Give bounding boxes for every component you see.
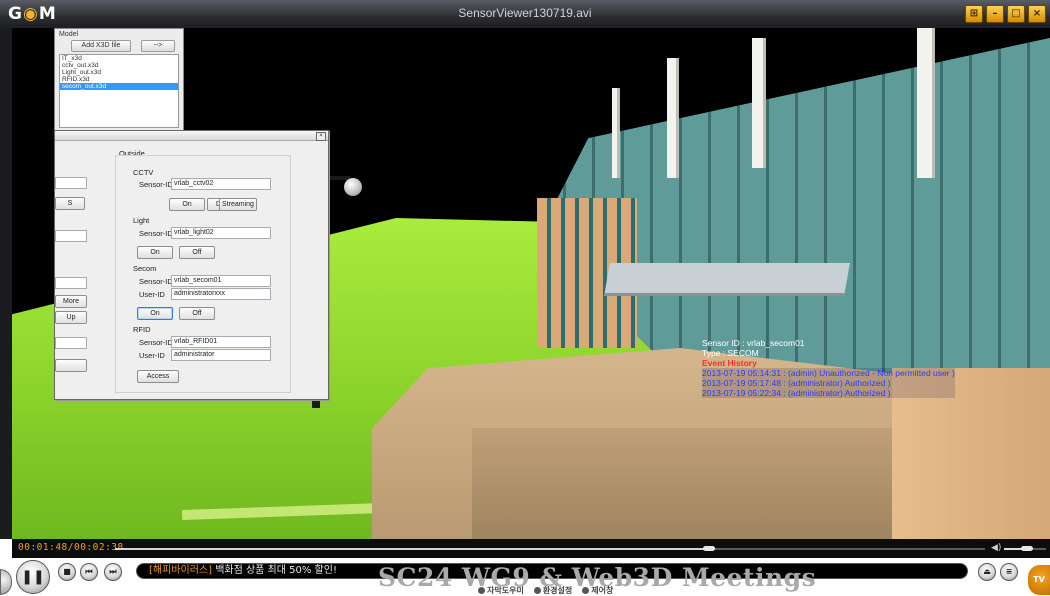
sensor-type-text: Type : SECOM bbox=[702, 348, 759, 358]
subtitle-helper-item[interactable]: 자막도우미 bbox=[478, 585, 524, 596]
building-pillar bbox=[667, 58, 679, 178]
list-item[interactable]: RFID.x3d bbox=[60, 76, 178, 83]
secom-user-id-field[interactable]: administratorxxx bbox=[171, 288, 271, 300]
rfid-access-button[interactable]: Access bbox=[137, 370, 179, 383]
rfid-user-id-label: User-ID bbox=[139, 351, 165, 360]
video-area[interactable]: Sensor ID : vrlab_secom01 Type : SECOM E… bbox=[12, 28, 1050, 539]
light-on-button[interactable]: On bbox=[137, 246, 173, 259]
secom-sensor-id-field[interactable]: vrlab_secom01 bbox=[171, 275, 271, 287]
list-item[interactable]: IT_x3d bbox=[60, 55, 178, 62]
seek-thumb[interactable] bbox=[703, 546, 716, 551]
rfid-sensor-id-field[interactable]: vrlab_RFID01 bbox=[171, 336, 271, 348]
left-text-field[interactable] bbox=[55, 337, 87, 349]
event-line: 2013-07-19 05:17:48 : (administrator) Au… bbox=[702, 378, 955, 388]
playback-controls: 00:01:48/00:02:38 ◀) ❚❚ ■ ⏮ ⏭ [해피바이러스] 백… bbox=[0, 539, 1050, 596]
list-item[interactable]: cctv_out.x3d bbox=[60, 62, 178, 69]
building-pillar bbox=[612, 88, 620, 178]
maximize-icon[interactable]: □ bbox=[1007, 5, 1025, 23]
previous-icon[interactable]: ⏮ bbox=[80, 563, 98, 581]
menu-label: 환경설정 bbox=[542, 586, 573, 595]
left-text-field[interactable] bbox=[55, 277, 87, 289]
model-panel: Model Add X3D file --> IT_x3d cctv_out.x… bbox=[54, 28, 184, 134]
settings-item[interactable]: 환경설정 bbox=[533, 585, 573, 596]
up-button[interactable]: Up bbox=[55, 311, 87, 324]
roof-wall bbox=[472, 428, 912, 539]
cctv-sensor-id-label: Sensor-ID bbox=[139, 180, 173, 189]
building-pillar bbox=[917, 28, 935, 178]
cctv-sensor-id-field[interactable]: vrlab_cctv02 bbox=[171, 178, 271, 190]
bullet-icon bbox=[582, 587, 590, 594]
left-edge-button[interactable] bbox=[0, 569, 12, 595]
secom-user-id-label: User-ID bbox=[139, 290, 165, 299]
secom-on-button[interactable]: On bbox=[137, 307, 173, 320]
pause-button[interactable]: ❚❚ bbox=[16, 560, 50, 594]
window-title: SensorViewer130719.avi bbox=[458, 6, 592, 20]
seek-row: 00:01:48/00:02:38 ◀) bbox=[12, 539, 1050, 558]
eject-icon[interactable]: ⏏ bbox=[978, 563, 996, 581]
list-item-selected[interactable]: secom_out.x3d bbox=[60, 83, 178, 90]
add-x3d-file-button[interactable]: Add X3D file bbox=[71, 40, 131, 52]
model-panel-title: Model bbox=[59, 31, 79, 38]
left-button[interactable]: S bbox=[55, 197, 85, 210]
gom-player-window: G◉M SensorViewer130719.avi ⊞ – □ × Senso… bbox=[0, 0, 1050, 596]
menu-label: 자막도우미 bbox=[487, 586, 524, 595]
light-off-button[interactable]: Off bbox=[179, 246, 215, 259]
more-button[interactable]: More bbox=[55, 295, 87, 308]
minimize-icon[interactable]: – bbox=[986, 5, 1004, 23]
bullet-icon bbox=[478, 587, 485, 594]
ticker-tag: [해피바이러스] bbox=[149, 565, 213, 576]
seek-bar[interactable] bbox=[115, 546, 985, 551]
rfid-label: RFID bbox=[133, 325, 151, 334]
cctv-on-button[interactable]: On bbox=[169, 198, 205, 211]
settings-icon[interactable]: ⊞ bbox=[965, 5, 983, 23]
rfid-user-id-field[interactable]: administrator bbox=[171, 349, 271, 361]
sensor-control-dialog: × S More Up Outside CCTV Sensor-ID vrlab… bbox=[54, 130, 329, 400]
seek-progress bbox=[115, 548, 710, 550]
timecode: 00:01:48/00:02:38 bbox=[18, 542, 124, 553]
lamp-globe bbox=[344, 178, 362, 196]
dialog-close-icon[interactable]: × bbox=[316, 132, 326, 141]
light-sensor-id-field[interactable]: vrlab_light02 bbox=[171, 227, 271, 239]
left-text-field[interactable] bbox=[55, 177, 87, 189]
arrow-button[interactable]: --> bbox=[141, 40, 175, 52]
left-text-field[interactable] bbox=[55, 230, 87, 242]
awning bbox=[604, 263, 850, 296]
left-border bbox=[0, 28, 12, 539]
event-history-label: Event History bbox=[702, 358, 757, 368]
secom-sensor-id-label: Sensor-ID bbox=[139, 277, 173, 286]
menu-label: 제어창 bbox=[591, 586, 614, 595]
event-line: 2013-07-19 05:22:34 : (administrator) Au… bbox=[702, 388, 955, 398]
close-icon[interactable]: × bbox=[1028, 5, 1046, 23]
window-controls: ⊞ – □ × bbox=[965, 5, 1046, 23]
volume-bar[interactable] bbox=[1004, 546, 1046, 551]
building-pillar bbox=[752, 38, 766, 168]
next-icon[interactable]: ⏭ bbox=[104, 563, 122, 581]
menu-icon[interactable]: ≡ bbox=[1000, 563, 1018, 581]
volume-thumb[interactable] bbox=[1021, 546, 1034, 551]
list-item[interactable]: Light_out.x3d bbox=[60, 69, 178, 76]
left-button[interactable] bbox=[55, 359, 87, 372]
rfid-sensor-id-label: Sensor-ID bbox=[139, 338, 173, 347]
light-label: Light bbox=[133, 216, 150, 225]
sensor-id-text: Sensor ID : vrlab_secom01 bbox=[702, 338, 805, 348]
control-panel-item[interactable]: 제어창 bbox=[582, 585, 613, 596]
secom-off-button[interactable]: Off bbox=[179, 307, 215, 320]
cctv-label: CCTV bbox=[133, 168, 154, 177]
dialog-title-bar[interactable] bbox=[55, 131, 328, 141]
event-line: 2013-07-19 05:14:31 : (admin) Unauthoriz… bbox=[702, 368, 955, 378]
light-sensor-id-label: Sensor-ID bbox=[139, 229, 173, 238]
cctv-streaming-button[interactable]: Streaming bbox=[219, 198, 257, 211]
stop-button[interactable]: ■ bbox=[58, 563, 76, 581]
bottom-menu: 자막도우미 환경설정 제어창 bbox=[478, 585, 613, 596]
ticker-message: 백화점 상품 최대 50% 할인! bbox=[215, 565, 337, 576]
ticker[interactable]: [해피바이러스] 백화점 상품 최대 50% 할인! bbox=[149, 564, 337, 578]
bullet-icon bbox=[533, 587, 541, 594]
title-bar[interactable]: G◉M SensorViewer130719.avi ⊞ – □ × bbox=[0, 0, 1050, 29]
sensor-info-overlay: Sensor ID : vrlab_secom01 Type : SECOM E… bbox=[702, 338, 955, 398]
secom-label: Secom bbox=[133, 264, 157, 273]
volume-icon[interactable]: ◀) bbox=[991, 543, 1001, 553]
gomtv-logo[interactable]: TV bbox=[1028, 565, 1050, 595]
model-file-list[interactable]: IT_x3d cctv_out.x3d Light_out.x3d RFID.x… bbox=[59, 54, 179, 128]
